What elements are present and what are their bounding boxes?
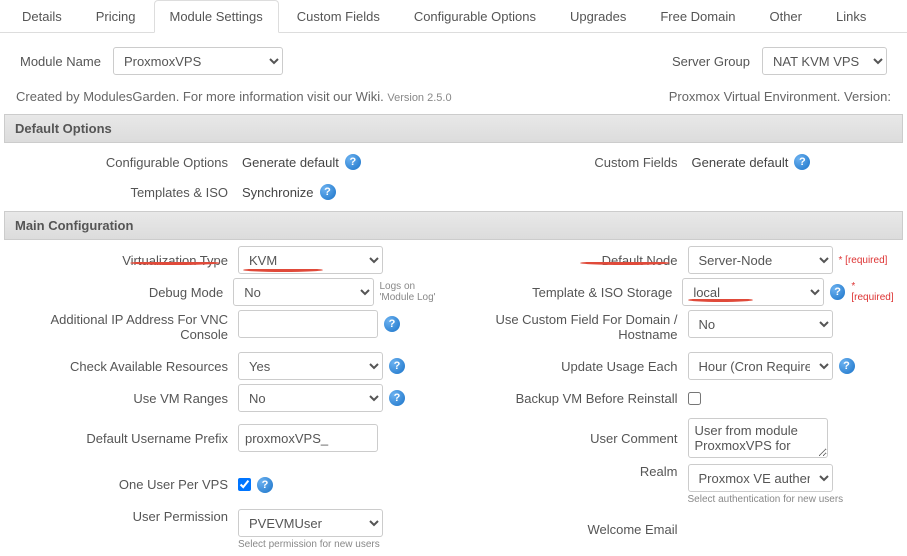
templates-iso-label: Templates & ISO [8, 185, 238, 200]
template-iso-storage-select[interactable]: local [682, 278, 824, 306]
generate-default-link[interactable]: Generate default [242, 155, 339, 170]
user-permission-label: User Permission [8, 509, 238, 524]
user-permission-hint: Select permission for new users [238, 539, 380, 550]
default-node-label: Default Node [458, 253, 688, 268]
virtualization-type-label: Virtualization Type [8, 253, 238, 268]
default-node-select[interactable]: Server-Node [688, 246, 833, 274]
tab-custom-fields[interactable]: Custom Fields [281, 0, 396, 32]
one-user-per-vps-checkbox[interactable] [238, 478, 251, 491]
template-iso-storage-label: Template & ISO Storage [458, 285, 683, 300]
created-by-text: Created by ModulesGarden. For more infor… [16, 89, 387, 104]
one-user-per-vps-label: One User Per VPS [8, 477, 238, 492]
tab-module-settings[interactable]: Module Settings [154, 0, 279, 33]
debug-mode-select[interactable]: No [233, 278, 373, 306]
debug-mode-label: Debug Mode [8, 285, 233, 300]
tab-free-domain[interactable]: Free Domain [644, 0, 751, 32]
user-permission-select[interactable]: PVEVMUser [238, 509, 383, 537]
additional-ip-vnc-label: Additional IP Address For VNC Console [8, 310, 238, 342]
synchronize-link[interactable]: Synchronize [242, 185, 314, 200]
required-marker: * [required] [851, 281, 899, 303]
help-icon[interactable]: ? [384, 316, 400, 332]
section-default-options: Default Options [4, 114, 903, 143]
tab-configurable-options[interactable]: Configurable Options [398, 0, 552, 32]
user-comment-textarea[interactable]: User from module ProxmoxVPS for [688, 418, 828, 458]
help-icon[interactable]: ? [345, 154, 361, 170]
check-avail-resources-select[interactable]: Yes [238, 352, 383, 380]
required-marker: * [required] [839, 255, 888, 266]
configurable-options-label: Configurable Options [8, 155, 238, 170]
version-text: Version 2.5.0 [387, 92, 451, 104]
help-icon[interactable]: ? [794, 154, 810, 170]
realm-select[interactable]: Proxmox VE authentic [688, 464, 833, 492]
tab-links[interactable]: Links [820, 0, 882, 32]
server-group-label: Server Group [672, 54, 750, 69]
use-vm-ranges-label: Use VM Ranges [8, 391, 238, 406]
help-icon[interactable]: ? [839, 358, 855, 374]
use-custom-field-domain-select[interactable]: No [688, 310, 833, 338]
backup-before-reinstall-checkbox[interactable] [688, 392, 701, 405]
debug-mode-hint: Logs on 'Module Log' [380, 281, 450, 303]
default-username-prefix-label: Default Username Prefix [8, 431, 238, 446]
module-name-select[interactable]: ProxmoxVPS [113, 47, 283, 75]
realm-label: Realm [458, 464, 688, 479]
tab-upgrades[interactable]: Upgrades [554, 0, 642, 32]
server-group-select[interactable]: NAT KVM VPS [762, 47, 887, 75]
default-username-prefix-input[interactable] [238, 424, 378, 452]
tab-pricing[interactable]: Pricing [80, 0, 152, 32]
main-config-grid: Virtualization Type KVM Default Node Ser… [0, 240, 907, 556]
backup-before-reinstall-label: Backup VM Before Reinstall [458, 391, 688, 406]
tab-details[interactable]: Details [6, 0, 78, 32]
check-avail-resources-label: Check Available Resources [8, 359, 238, 374]
help-icon[interactable]: ? [389, 358, 405, 374]
additional-ip-vnc-input[interactable] [238, 310, 378, 338]
pve-env-text: Proxmox Virtual Environment. Version: [669, 89, 891, 104]
custom-fields-label: Custom Fields [458, 155, 688, 170]
help-icon[interactable]: ? [389, 390, 405, 406]
tab-bar: Details Pricing Module Settings Custom F… [0, 0, 907, 33]
module-name-label: Module Name [20, 54, 101, 69]
default-options-grid: Configurable Options Generate default ? … [0, 143, 907, 211]
help-icon[interactable]: ? [320, 184, 336, 200]
update-usage-label: Update Usage Each [458, 359, 688, 374]
help-icon[interactable]: ? [830, 284, 846, 300]
use-vm-ranges-select[interactable]: No [238, 384, 383, 412]
use-custom-field-domain-label: Use Custom Field For Domain / Hostname [458, 310, 688, 342]
user-comment-label: User Comment [458, 431, 688, 446]
generate-default-link[interactable]: Generate default [692, 155, 789, 170]
help-icon[interactable]: ? [257, 477, 273, 493]
top-row: Module Name ProxmoxVPS Server Group NAT … [0, 33, 907, 81]
update-usage-select[interactable]: Hour (Cron Required) [688, 352, 833, 380]
section-main-configuration: Main Configuration [4, 211, 903, 240]
welcome-email-label: Welcome Email [458, 522, 688, 537]
meta-row: Created by ModulesGarden. For more infor… [0, 81, 907, 114]
tab-other[interactable]: Other [753, 0, 818, 32]
